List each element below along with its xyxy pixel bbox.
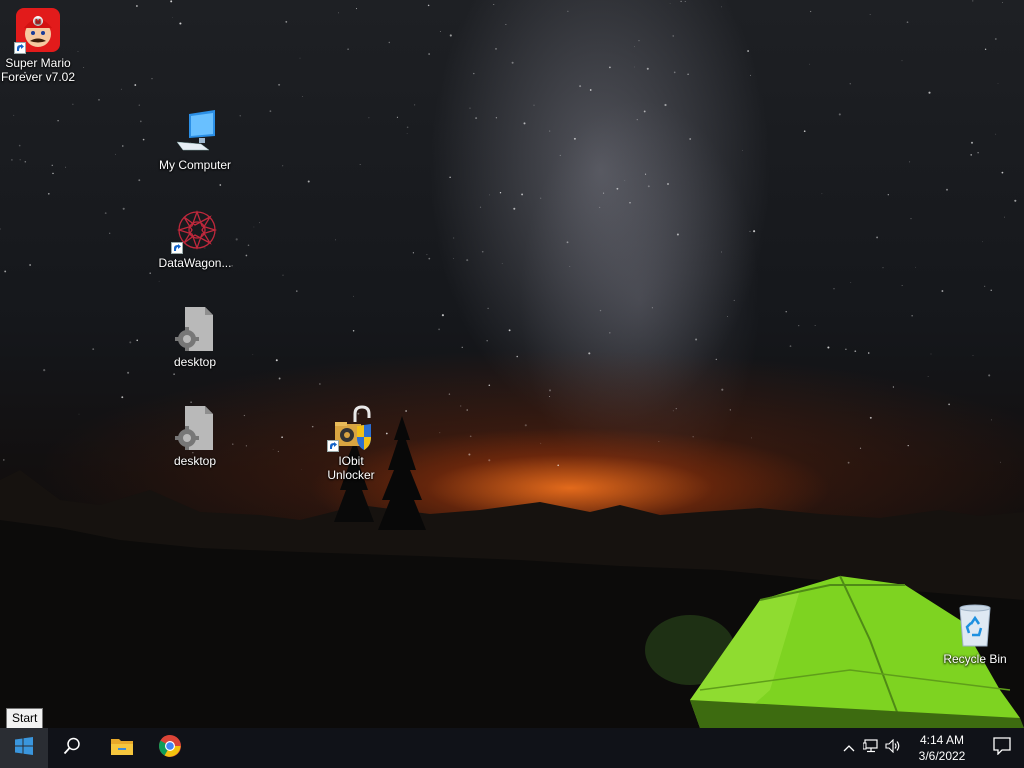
desktop-icon-label: Recycle Bin xyxy=(943,652,1007,666)
shortcut-arrow-icon xyxy=(327,440,339,452)
desktop-icon-my-computer[interactable]: My Computer xyxy=(157,108,233,172)
start-tooltip: Start xyxy=(6,708,44,730)
desktop-icon-label: Super Mario Forever v7.02 xyxy=(0,56,76,84)
clock-date: 3/6/2022 xyxy=(918,749,966,763)
windows-logo-icon xyxy=(15,736,33,760)
taskbar-file-explorer[interactable] xyxy=(98,728,146,768)
notification-icon xyxy=(993,736,1011,760)
search-icon xyxy=(63,737,81,760)
taskbar-clock[interactable]: 4:14 AM 3/6/2022 xyxy=(910,732,974,764)
clock-time: 4:14 AM xyxy=(919,733,965,747)
desktop-icon-label: IObit Unlocker xyxy=(327,454,375,482)
shortcut-arrow-icon xyxy=(171,242,183,254)
folder-icon xyxy=(110,736,134,761)
shortcut-arrow-icon xyxy=(14,42,26,54)
recycle-bin-icon xyxy=(951,602,999,650)
desktop-icon-recycle-bin[interactable]: Recycle Bin xyxy=(937,602,1013,666)
system-tray: 4:14 AM 3/6/2022 xyxy=(838,728,1024,768)
computer-icon xyxy=(171,108,219,156)
search-button[interactable] xyxy=(48,728,96,768)
settings-file-icon xyxy=(171,404,219,452)
desktop-icon-desktop-1[interactable]: desktop xyxy=(157,305,233,369)
network-icon xyxy=(862,738,879,758)
taskbar: 4:14 AM 3/6/2022 xyxy=(0,728,1024,768)
desktop-icon-label: desktop xyxy=(173,355,217,369)
show-hidden-icons-button[interactable] xyxy=(838,728,860,768)
desktop-icon-label: My Computer xyxy=(158,158,232,172)
action-center-button[interactable] xyxy=(980,728,1024,768)
taskbar-google-chrome[interactable] xyxy=(146,728,194,768)
desktop-icon-datawagon[interactable]: DataWagon... xyxy=(157,206,233,270)
desktop-icon-label: DataWagon... xyxy=(158,256,232,270)
settings-file-icon xyxy=(171,305,219,353)
desktop-icon-iobit-unlocker[interactable]: IObit Unlocker xyxy=(313,404,389,482)
volume-button[interactable] xyxy=(882,728,904,768)
iobit-unlocker-icon xyxy=(327,404,375,452)
chrome-icon xyxy=(158,734,182,763)
desktop-icon-desktop-2[interactable]: desktop xyxy=(157,404,233,468)
network-button[interactable] xyxy=(860,728,882,768)
desktop-icon-label: desktop xyxy=(173,454,217,468)
desktop-icon-super-mario[interactable]: M Super Mario Forever v7.02 xyxy=(0,6,76,84)
start-button[interactable] xyxy=(0,728,48,768)
desktop-wallpaper xyxy=(0,0,1024,728)
svg-text:M: M xyxy=(35,19,41,26)
mario-icon: M xyxy=(14,6,62,54)
volume-icon xyxy=(885,738,901,758)
chevron-up-icon xyxy=(843,739,855,757)
datawagon-icon xyxy=(171,206,219,254)
